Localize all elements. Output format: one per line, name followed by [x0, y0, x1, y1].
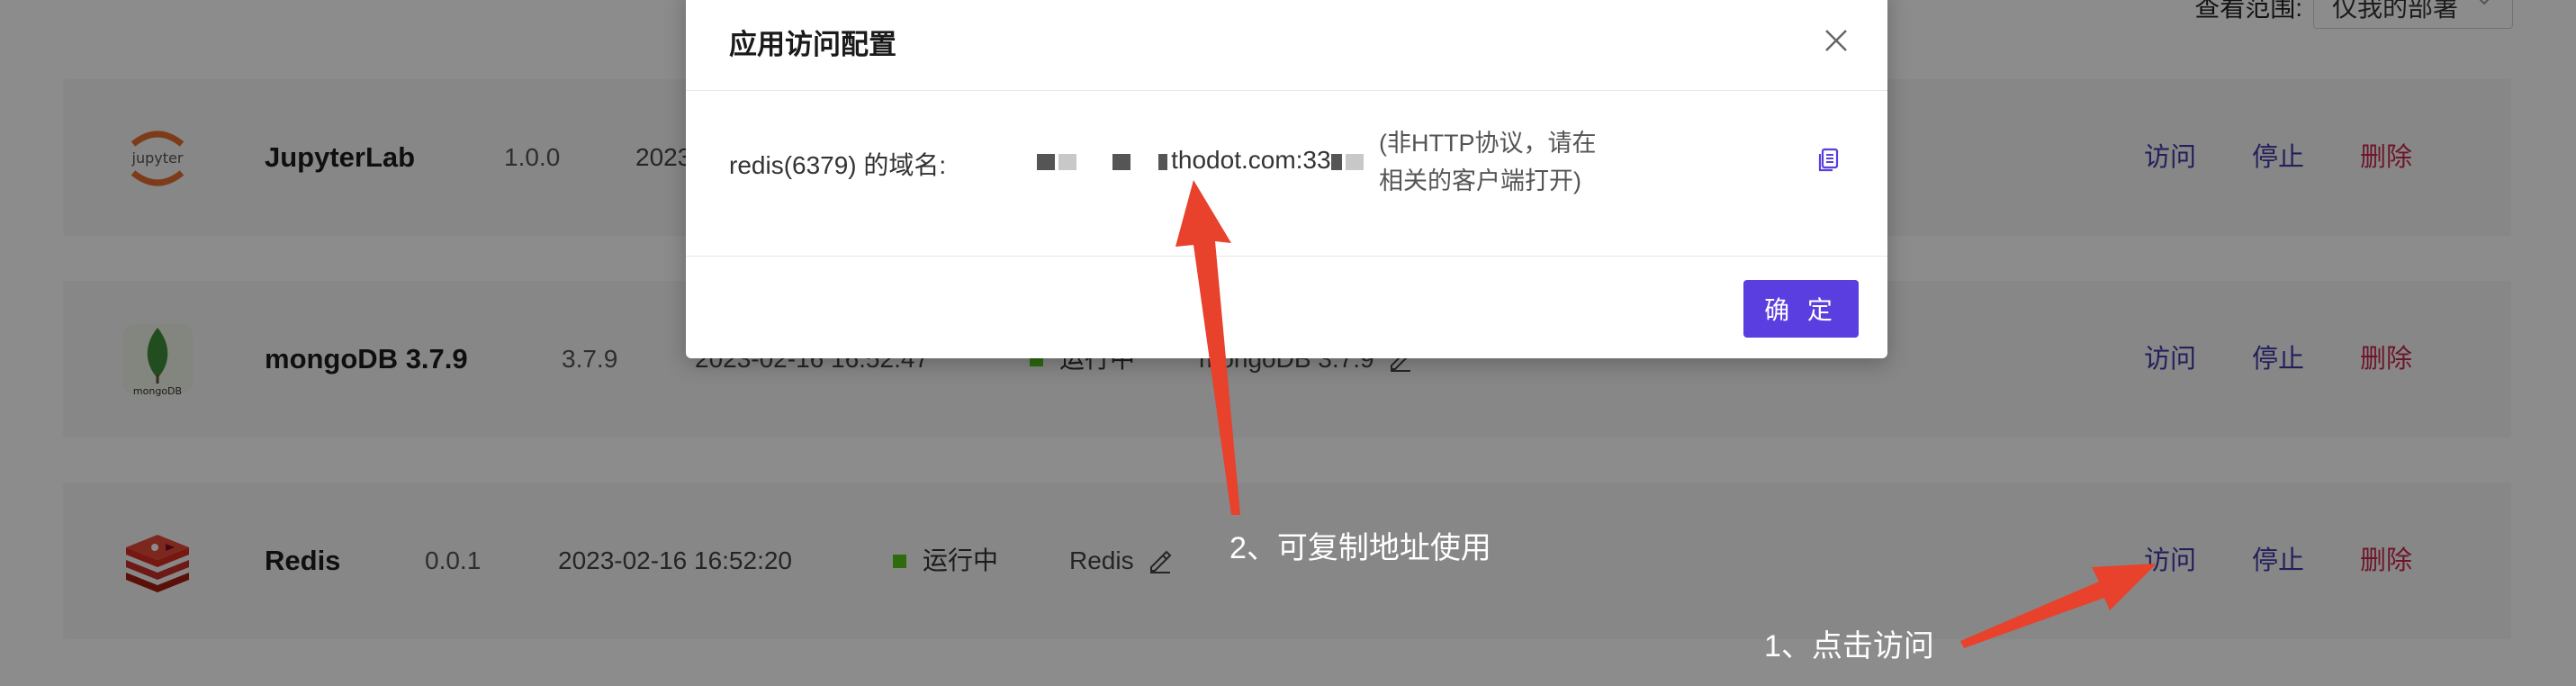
app-list-page: 查看范围: 仅我的部署 jupyter JupyterLab 1.0.0 202…	[0, 0, 2576, 686]
arrow-click-visit	[1960, 564, 2157, 648]
arrow-copy-address	[1175, 180, 1240, 515]
annotation-arrows	[1175, 180, 2157, 648]
annotation-click-visit: 1、点击访问	[1764, 629, 1934, 663]
annotation-copy-address: 2、可复制地址使用	[1229, 531, 1491, 565]
